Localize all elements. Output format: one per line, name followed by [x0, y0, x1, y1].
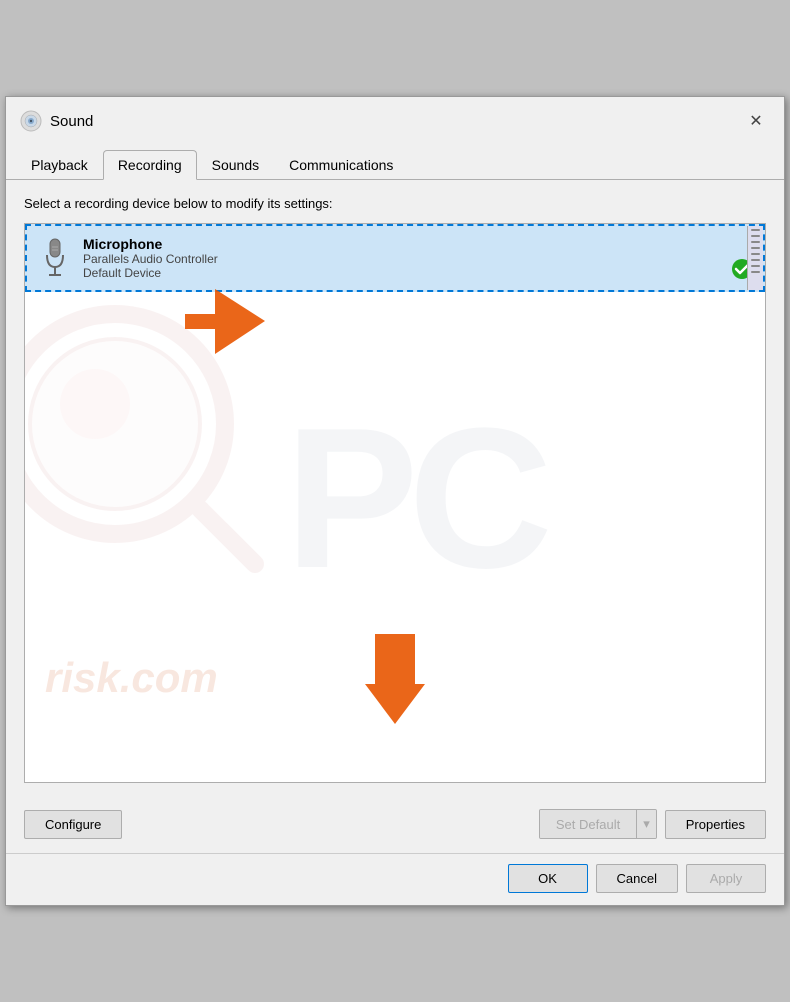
tab-content: Select a recording device below to modif… [6, 180, 784, 799]
tab-sounds[interactable]: Sounds [197, 150, 274, 180]
cancel-button[interactable]: Cancel [596, 864, 678, 893]
window-title: Sound [50, 113, 93, 130]
watermark-risk: risk.com [45, 654, 218, 702]
dialog-footer: OK Cancel Apply [6, 853, 784, 905]
sound-icon [20, 110, 42, 132]
watermark-magnifier [24, 304, 275, 587]
device-item-microphone[interactable]: Microphone Parallels Audio Controller De… [25, 224, 765, 292]
device-list[interactable]: Microphone Parallels Audio Controller De… [24, 223, 766, 783]
tab-playback[interactable]: Playback [16, 150, 103, 180]
close-button[interactable]: ✕ [742, 107, 770, 135]
device-name: Microphone [83, 236, 721, 252]
scrollbar[interactable] [747, 226, 763, 290]
right-buttons: Set Default ▾ Properties [539, 809, 766, 839]
set-default-dropdown[interactable]: ▾ [637, 810, 656, 838]
device-sub: Parallels Audio Controller [83, 252, 721, 266]
arrow-annotation-down [365, 634, 425, 727]
device-info: Microphone Parallels Audio Controller De… [83, 236, 721, 280]
set-default-button[interactable]: Set Default [540, 810, 637, 838]
apply-button[interactable]: Apply [686, 864, 766, 893]
title-bar-left: Sound [20, 110, 93, 132]
device-status: Default Device [83, 266, 721, 280]
footer-buttons: Configure Set Default ▾ Properties [6, 799, 784, 853]
sound-dialog: Sound ✕ Playback Recording Sounds Commun… [5, 96, 785, 906]
tab-communications[interactable]: Communications [274, 150, 408, 180]
ok-button[interactable]: OK [508, 864, 588, 893]
properties-button[interactable]: Properties [665, 810, 766, 839]
configure-button[interactable]: Configure [24, 810, 122, 839]
set-default-group: Set Default ▾ [539, 809, 657, 839]
title-bar: Sound ✕ [6, 97, 784, 135]
tab-bar: Playback Recording Sounds Communications [6, 141, 784, 180]
scrollbar-lines [748, 226, 763, 276]
microphone-icon [37, 234, 73, 282]
watermark-pc: PC [285, 384, 543, 614]
tab-recording[interactable]: Recording [103, 150, 197, 180]
instruction-text: Select a recording device below to modif… [24, 196, 766, 211]
